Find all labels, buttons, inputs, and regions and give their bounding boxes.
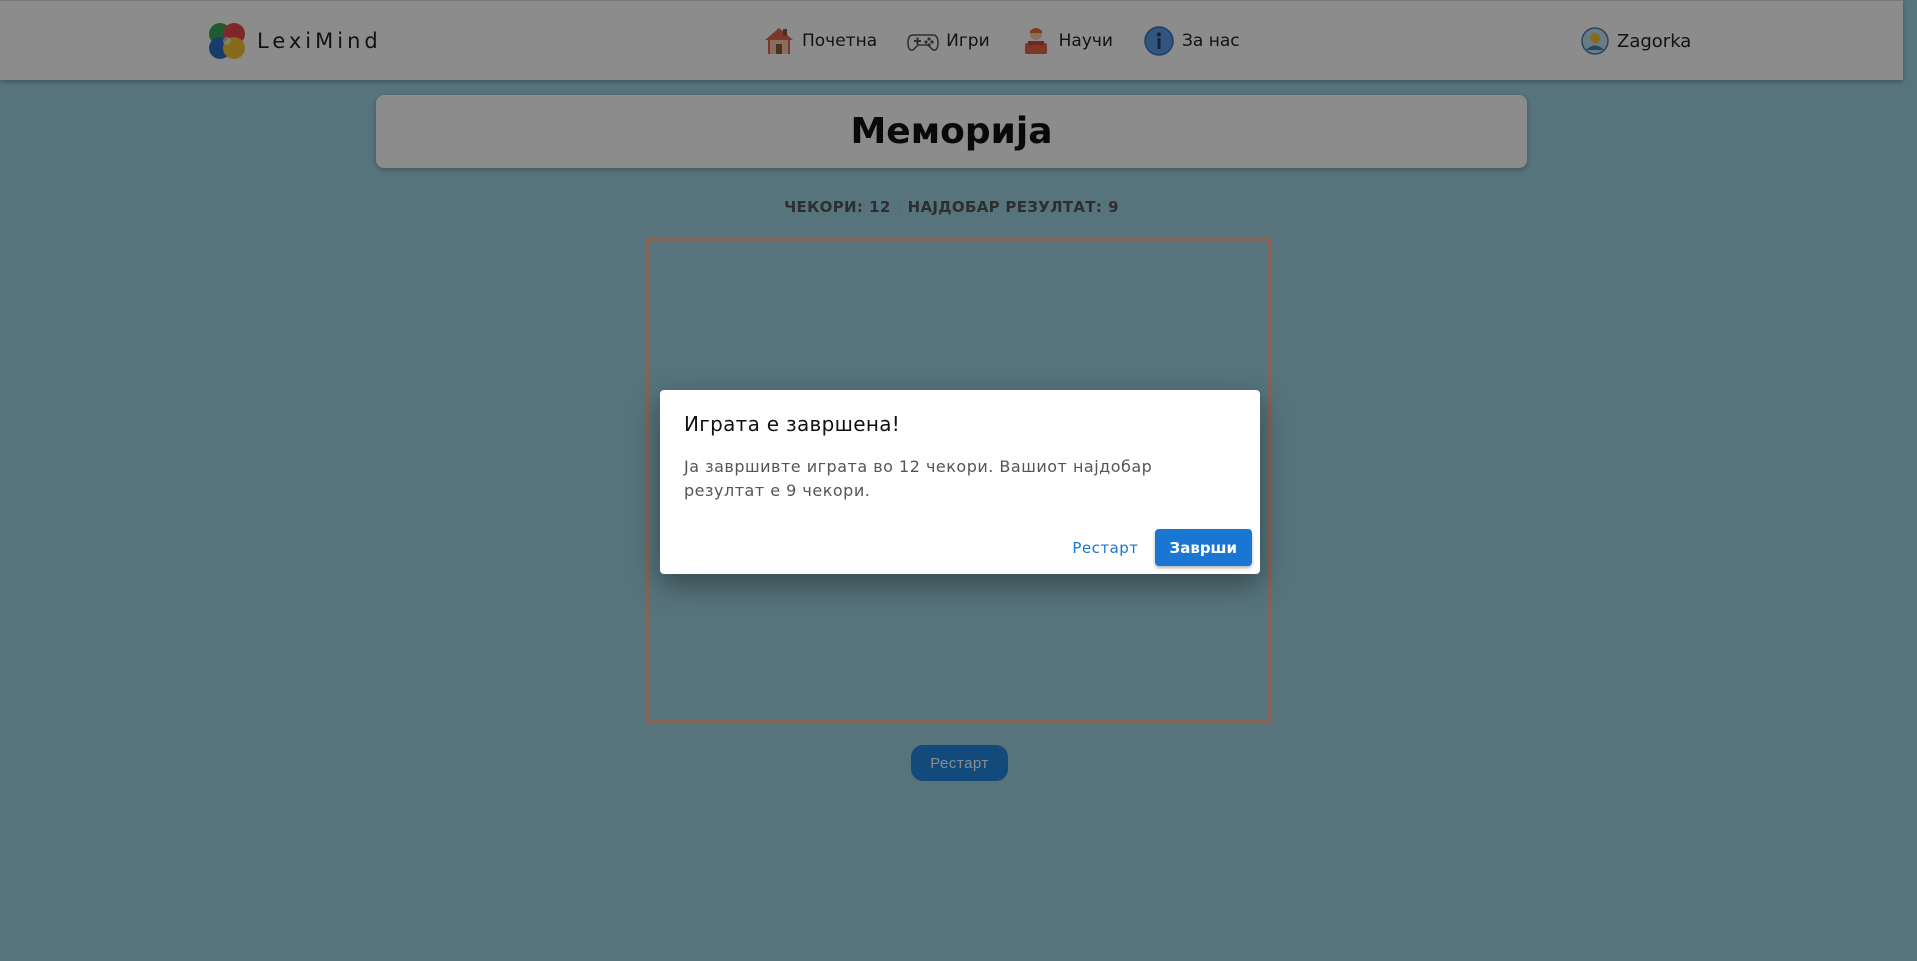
dialog-title: Играта е завршена! bbox=[684, 412, 901, 436]
dialog-restart-button[interactable]: Рестарт bbox=[1062, 531, 1148, 565]
dialog-message: Ја завршивте играта во 12 чекори. Вашиот… bbox=[684, 457, 1153, 500]
game-over-dialog: Играта е завршена! Ја завршивте играта в… bbox=[660, 390, 1260, 574]
dialog-finish-button[interactable]: Заврши bbox=[1154, 529, 1252, 566]
dialog-actions: Рестарт Заврши bbox=[1062, 529, 1252, 566]
